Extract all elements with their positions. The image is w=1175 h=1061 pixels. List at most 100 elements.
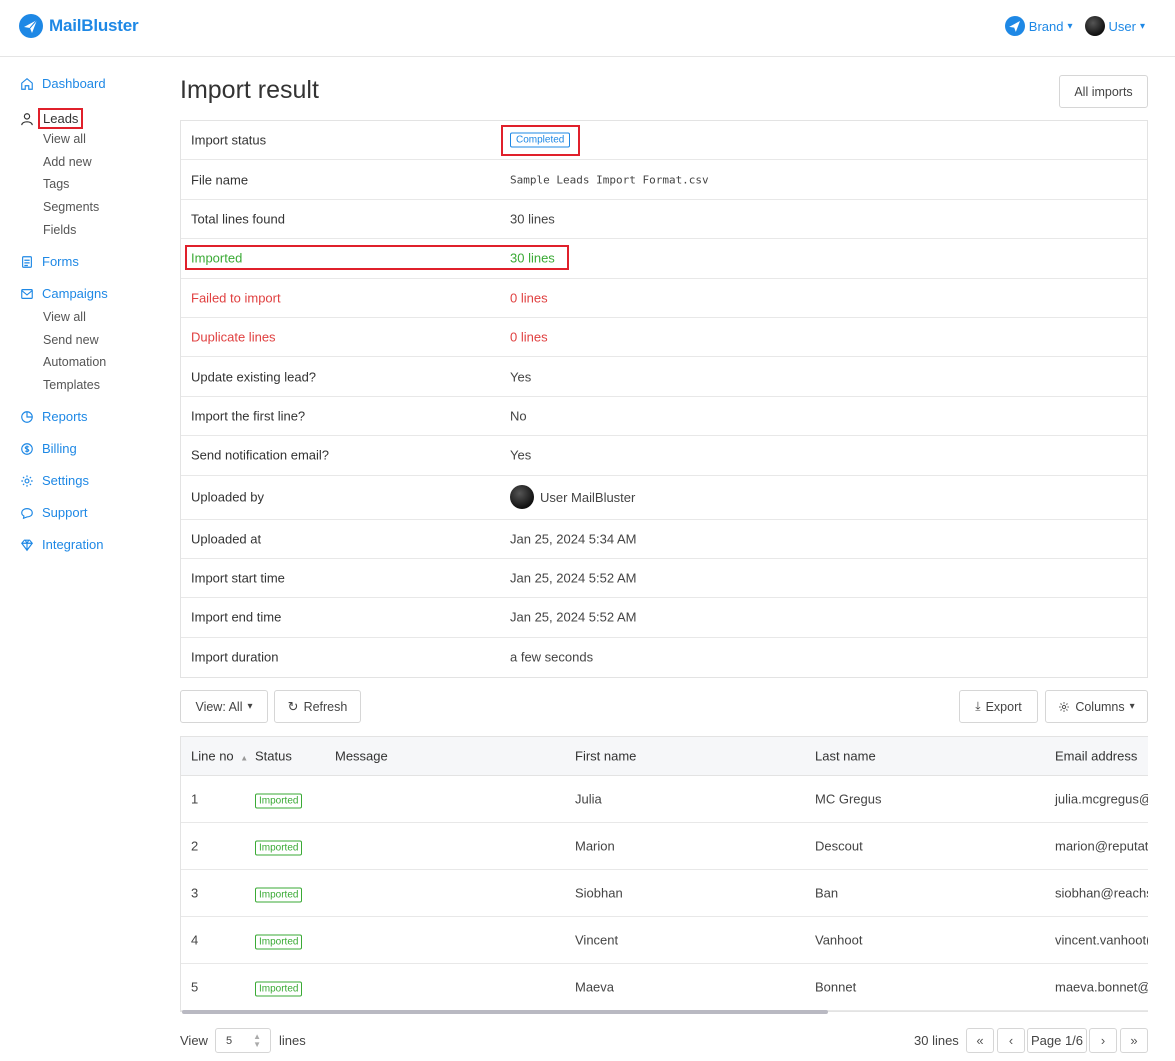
sidebar-sub-tags[interactable]: Tags — [43, 177, 69, 191]
sidebar-sub-automation[interactable]: Automation — [43, 355, 106, 369]
info-row-import-first-line: Import the first line? No — [181, 397, 1147, 437]
end-time-value: Jan 25, 2024 5:52 AM — [510, 609, 637, 625]
column-header-first-name[interactable]: First name — [575, 749, 636, 764]
column-header-message[interactable]: Message — [335, 749, 388, 764]
send-notification-value: Yes — [510, 447, 532, 463]
uploaded-by-value: User MailBluster — [510, 485, 635, 510]
cell-first-name: Vincent — [575, 932, 619, 948]
info-row-duplicate: Duplicate lines 0 lines — [181, 318, 1147, 358]
sidebar-item-forms[interactable]: Forms — [20, 254, 79, 269]
page-indicator[interactable]: Page 1/6 — [1027, 1028, 1087, 1053]
cell-first-name: Marion — [575, 838, 615, 854]
sidebar-item-settings[interactable]: Settings — [20, 473, 89, 488]
view-filter-dropdown[interactable]: View: All ▾ — [180, 690, 268, 723]
download-icon: ⤓ — [975, 699, 981, 713]
sidebar-item-campaigns[interactable]: Campaigns — [20, 286, 108, 301]
sidebar-item-label: Leads — [38, 108, 84, 129]
sidebar-sub-templates[interactable]: Templates — [43, 378, 100, 392]
sort-asc-icon: ▲ — [240, 753, 249, 763]
avatar — [1084, 16, 1105, 36]
page-label: Page 1/6 — [1030, 1033, 1084, 1048]
columns-dropdown[interactable]: Columns ▾ — [1045, 690, 1148, 723]
sidebar-sub-fields[interactable]: Fields — [43, 223, 76, 237]
column-header-last-name[interactable]: Last name — [815, 749, 876, 764]
avatar — [510, 485, 534, 510]
status-badge: Imported — [255, 793, 303, 809]
view-label: View — [180, 1033, 208, 1048]
status-badge: Completed — [510, 132, 571, 148]
file-name-label: File name — [191, 172, 249, 188]
duplicate-value: 0 lines — [510, 329, 548, 345]
chevron-down-icon: ▾ — [1129, 701, 1135, 712]
cell-line-no: 3 — [191, 885, 199, 901]
cell-last-name: MC Gregus — [815, 791, 882, 807]
sidebar-sub-view-all[interactable]: View all — [43, 132, 86, 146]
chat-icon — [21, 507, 33, 519]
status-badge: Imported — [255, 840, 303, 856]
table-row: 4 Imported Vincent Vanhoot vincent.vanho… — [181, 917, 1148, 964]
import-first-line-label: Import the first line? — [191, 408, 306, 424]
sidebar-sub-segments[interactable]: Segments — [43, 200, 99, 214]
view-filter-label: View: All — [195, 699, 243, 714]
sidebar-item-support[interactable]: Support — [20, 505, 88, 520]
info-row-send-notification: Send notification email? Yes — [181, 436, 1147, 476]
imported-label: Imported — [191, 250, 243, 266]
app-name: MailBluster — [49, 16, 139, 35]
export-label: Export — [985, 699, 1022, 714]
first-page-button[interactable]: « — [966, 1028, 994, 1053]
info-row-uploaded-by: Uploaded by User MailBluster — [181, 476, 1147, 520]
chevron-down-icon: ▾ — [1139, 20, 1145, 32]
column-header-status[interactable]: Status — [255, 749, 292, 764]
sidebar-item-reports[interactable]: Reports — [20, 409, 88, 424]
per-page-value: 5 — [226, 1034, 233, 1047]
status-badge: Imported — [255, 981, 303, 997]
column-header-email[interactable]: Email address — [1055, 749, 1137, 764]
user-menu[interactable]: User ▾ — [1084, 16, 1145, 36]
chevron-down-icon: ▾ — [247, 701, 253, 712]
all-imports-button[interactable]: All imports — [1059, 75, 1148, 108]
info-row-failed: Failed to import 0 lines — [181, 279, 1147, 318]
cell-email: siobhan@reachs — [1055, 885, 1148, 901]
cell-last-name: Ban — [815, 885, 839, 901]
cell-first-name: Maeva — [575, 979, 615, 995]
info-row-end-time: Import end time Jan 25, 2024 5:52 AM — [181, 598, 1147, 638]
sidebar-item-billing[interactable]: Billing — [20, 441, 77, 456]
gear-icon — [21, 474, 33, 487]
sidebar-sub-send-new[interactable]: Send new — [43, 333, 99, 347]
last-page-button[interactable]: » — [1120, 1028, 1148, 1053]
sidebar-sub-add-new[interactable]: Add new — [43, 155, 92, 169]
pie-chart-icon — [21, 410, 33, 423]
per-page-input[interactable]: 5 ▲ ▼ — [215, 1028, 271, 1053]
diamond-icon — [21, 539, 33, 551]
sidebar-sub-campaigns-view-all[interactable]: View all — [43, 310, 86, 324]
column-header-line-no[interactable]: Line no ▲ — [191, 749, 248, 764]
sidebar-item-integration[interactable]: Integration — [20, 537, 103, 552]
sidebar-item-label: Campaigns — [42, 286, 108, 301]
sidebar-item-dashboard[interactable]: Dashboard — [20, 76, 106, 91]
sidebar-item-label: Forms — [42, 254, 79, 269]
export-button[interactable]: ⤓ Export — [959, 690, 1038, 723]
cell-line-no: 4 — [191, 932, 199, 948]
brand-menu[interactable]: Brand ▾ — [1004, 16, 1073, 36]
status-badge: Imported — [255, 887, 303, 903]
cell-email: vincent.vanhoot( — [1055, 932, 1148, 948]
logo[interactable]: MailBluster — [19, 14, 139, 38]
import-first-line-value: No — [510, 408, 527, 424]
horizontal-scrollbar[interactable] — [182, 1010, 828, 1014]
info-row-total-lines: Total lines found 30 lines — [181, 200, 1147, 240]
next-page-button[interactable]: › — [1089, 1028, 1117, 1053]
import-lines-table: Line no ▲ Status Message First name Last… — [180, 736, 1148, 1012]
sidebar-item-label: Reports — [42, 409, 88, 424]
user-icon — [21, 112, 33, 125]
sidebar-item-leads[interactable]: Leads — [20, 108, 84, 129]
top-bar: MailBluster Brand ▾ User ▾ — [0, 0, 1175, 57]
page-title: Import result — [180, 76, 319, 104]
double-chevron-right-icon: » — [1130, 1033, 1138, 1048]
prev-page-button[interactable]: ‹ — [997, 1028, 1025, 1053]
refresh-button[interactable]: ↻ Refresh — [274, 690, 361, 723]
uploaded-by-label: Uploaded by — [191, 489, 264, 505]
cell-email: maeva.bonnet@ — [1055, 979, 1148, 995]
cell-email: julia.mcgregus@ — [1055, 791, 1148, 807]
file-name-value: Sample Leads Import Format.csv — [510, 173, 709, 187]
duration-label: Import duration — [191, 649, 279, 665]
